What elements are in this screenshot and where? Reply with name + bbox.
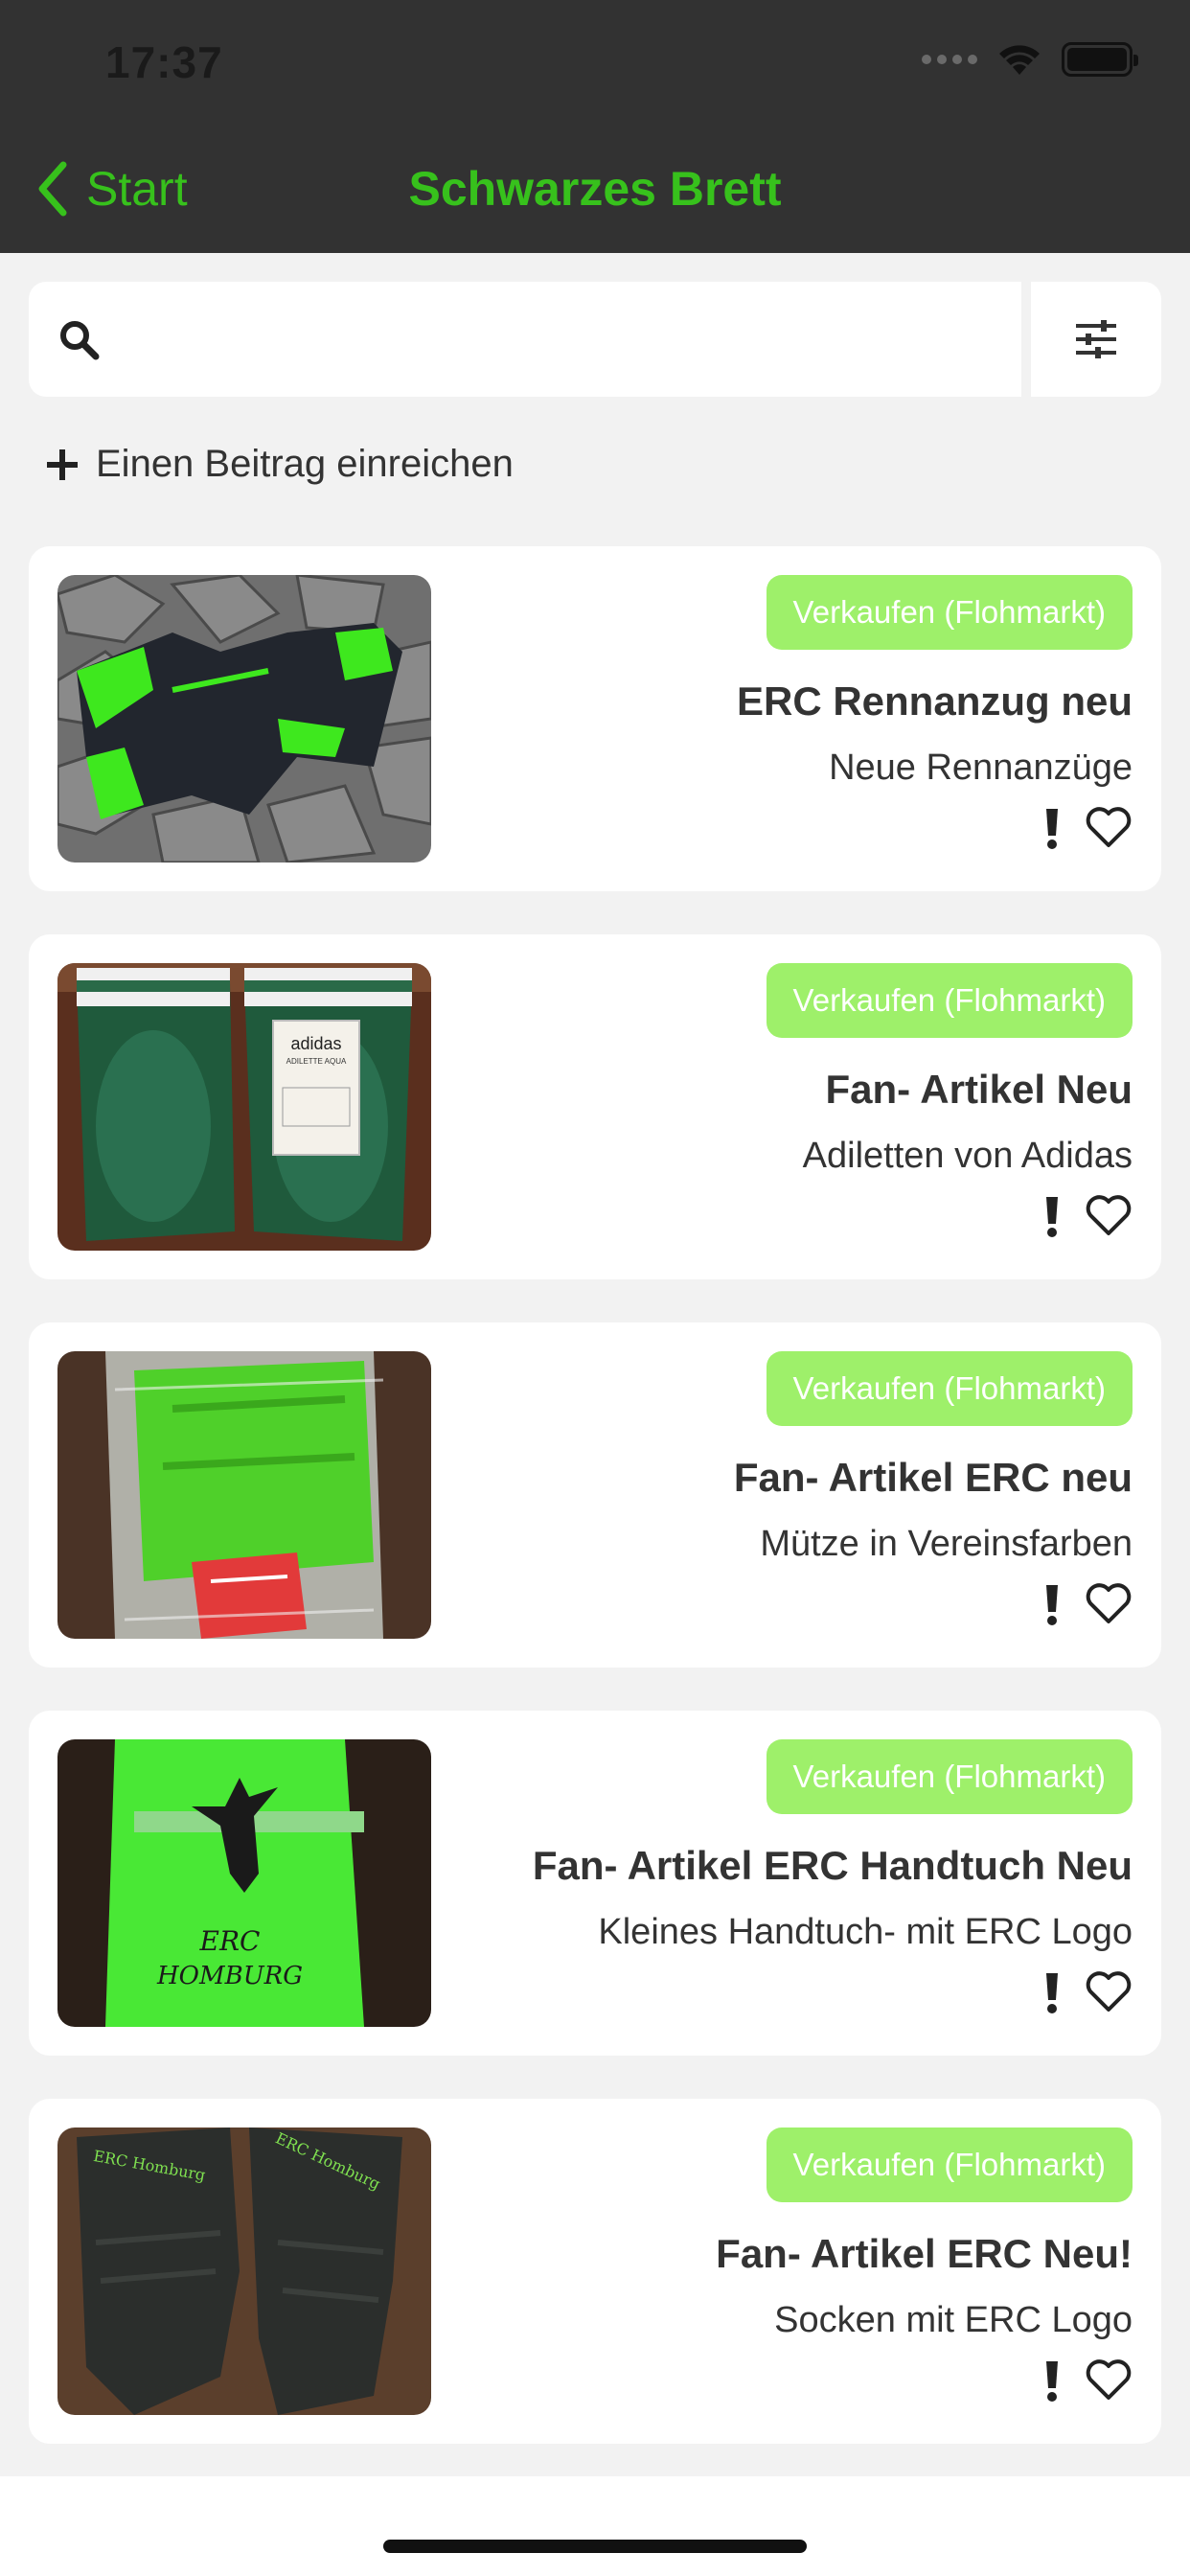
post-subtitle: Mütze in Vereinsfarben [760,1524,1133,1564]
post-image-socks: ERC Homburg ERC Homburg [57,2128,431,2415]
post-subtitle: Kleines Handtuch- mit ERC Logo [598,1912,1133,1952]
post-list: Verkaufen (Flohmarkt) ERC Rennanzug neu … [29,546,1161,2487]
exclamation-icon [1046,1973,1058,2013]
towel-erc-text: ERC [199,1925,261,1957]
post-actions [1044,2359,1133,2402]
post-card[interactable]: adidas ADILETTE AQUA Verkaufen (Flohmark… [29,934,1161,1279]
exclamation-icon [1046,2361,1058,2402]
favorite-button[interactable] [1085,1583,1133,1625]
category-badge: Verkaufen (Flohmarkt) [766,1351,1133,1426]
home-indicator[interactable] [383,2540,807,2553]
post-actions [1044,1195,1133,1237]
post-card[interactable]: Verkaufen (Flohmarkt) ERC Rennanzug neu … [29,546,1161,891]
report-button[interactable] [1044,1195,1060,1237]
category-badge: Verkaufen (Flohmarkt) [766,2128,1133,2202]
favorite-button[interactable] [1085,1971,1133,2013]
towel-homburg-text: HOMBURG [156,1962,303,1990]
heart-icon [1086,1583,1132,1623]
category-badge: Verkaufen (Flohmarkt) [766,575,1133,650]
exclamation-icon [1046,1197,1058,1237]
filter-button[interactable] [1031,282,1161,397]
post-card[interactable]: Verkaufen (Flohmarkt) Fan- Artikel ERC n… [29,1322,1161,1668]
top-bar: 17:37 Start Schwarzes Brett [0,0,1190,253]
post-title: Fan- Artikel Neu [825,1067,1133,1112]
favorite-button[interactable] [1085,2359,1133,2402]
heart-icon [1086,2359,1132,2400]
post-image-beanie [57,1351,431,1639]
heart-icon [1086,1195,1132,1235]
report-button[interactable] [1044,1971,1060,2013]
search-bar [29,282,1021,397]
status-icons [922,42,1138,77]
heart-icon [1086,1971,1132,2012]
favorite-button[interactable] [1085,1195,1133,1237]
signal-icon [922,55,977,64]
post-title: Fan- Artikel ERC neu [733,1455,1133,1500]
post-subtitle: Neue Rennanzüge [829,748,1133,788]
category-badge: Verkaufen (Flohmarkt) [766,1739,1133,1814]
post-subtitle: Adiletten von Adidas [802,1136,1133,1176]
report-button[interactable] [1044,807,1060,849]
post-subtitle: Socken mit ERC Logo [774,2300,1133,2340]
post-card[interactable]: ERC Homburg ERC Homburg Verkaufen (Flohm… [29,2099,1161,2444]
wifi-icon [999,45,1040,75]
post-image-towel: ERC HOMBURG [57,1739,431,2027]
sliders-icon [1076,320,1116,358]
category-badge: Verkaufen (Flohmarkt) [766,963,1133,1038]
post-actions [1044,807,1133,849]
adilette-tag-text: ADILETTE AQUA [286,1057,347,1066]
post-title: ERC Rennanzug neu [736,678,1133,724]
post-title: Fan- Artikel ERC Neu! [716,2231,1133,2276]
post-title: Fan- Artikel ERC Handtuch Neu [532,1843,1133,1888]
post-image-slides: adidas ADILETTE AQUA [57,963,431,1251]
search-input[interactable] [123,282,1021,397]
home-indicator-area [0,2476,1190,2576]
plus-icon [47,448,78,480]
post-actions [1044,1583,1133,1625]
report-button[interactable] [1044,2359,1060,2402]
post-card[interactable]: ERC HOMBURG Verkaufen (Flohmarkt) Fan- A… [29,1711,1161,2056]
exclamation-icon [1046,1585,1058,1625]
search-icon [60,321,100,360]
post-image-racesuit [57,575,431,862]
add-post-label: Einen Beitrag einreichen [96,443,514,485]
page-title: Schwarzes Brett [408,162,782,216]
add-post-button[interactable]: Einen Beitrag einreichen [44,443,514,486]
favorite-button[interactable] [1085,807,1133,849]
adidas-tag-text: adidas [290,1034,341,1053]
status-time: 17:37 [105,37,223,87]
post-actions [1044,1971,1133,2013]
heart-icon [1086,807,1132,847]
exclamation-icon [1046,809,1058,849]
report-button[interactable] [1044,1583,1060,1625]
battery-icon [1062,42,1138,77]
